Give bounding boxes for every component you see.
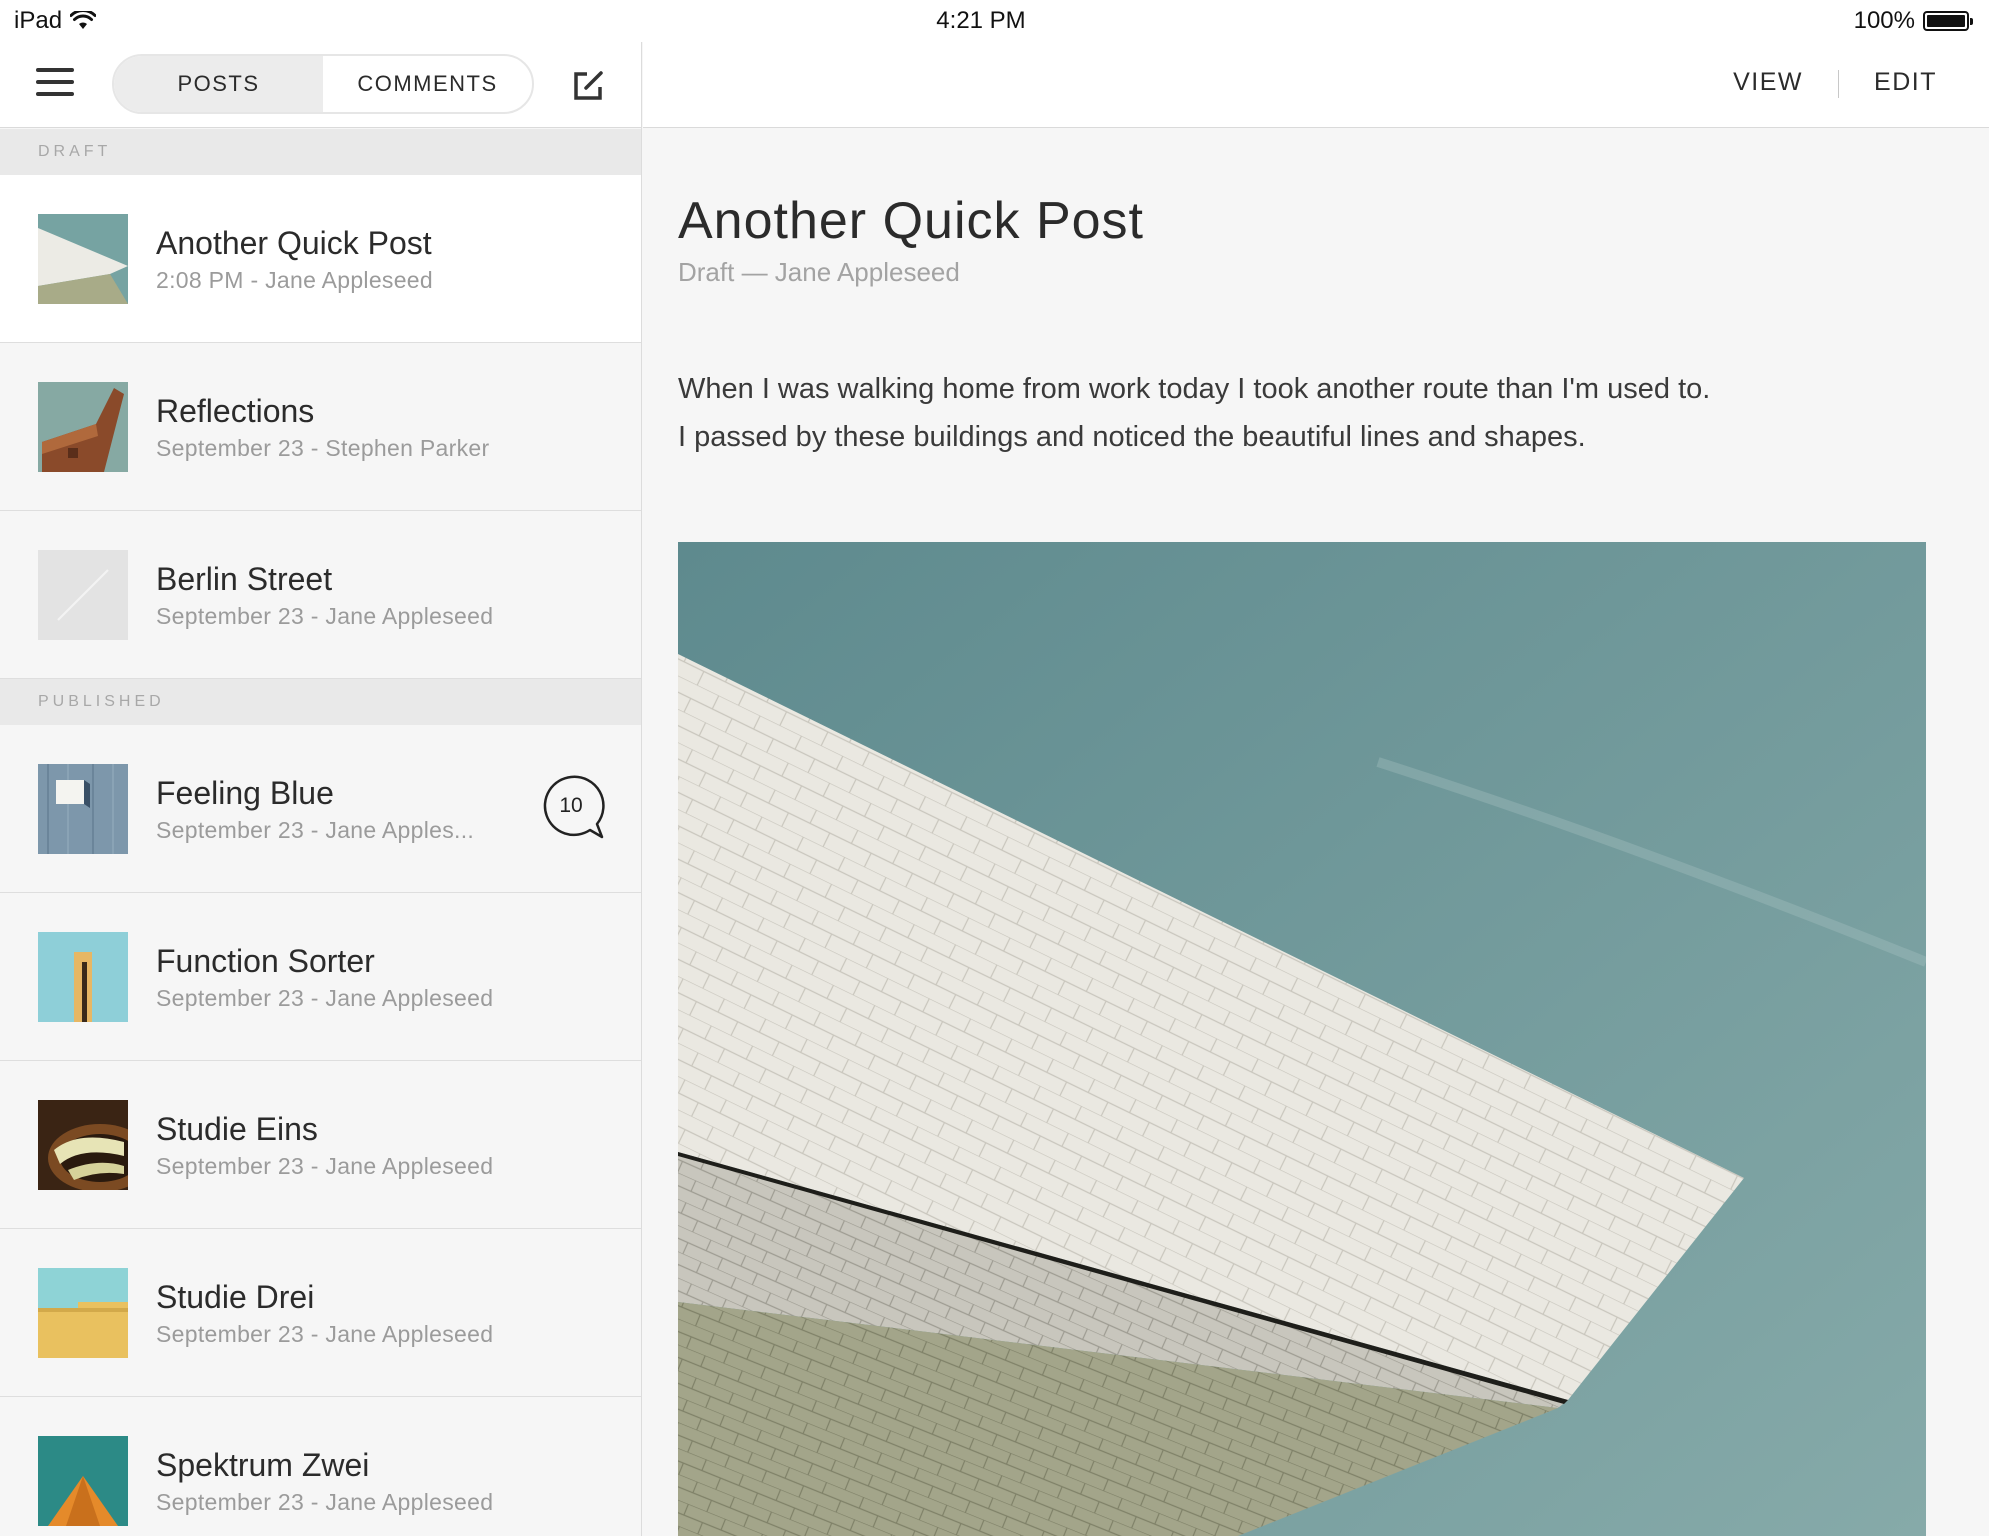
post-thumbnail	[38, 1436, 128, 1526]
post-thumbnail-placeholder	[38, 550, 128, 640]
post-title: Studie Drei	[156, 1279, 315, 1315]
post-title: Spektrum Zwei	[156, 1447, 370, 1483]
post-meta: September 23 - Jane Appleseed	[156, 1153, 494, 1179]
sidebar-header: POSTS COMMENTS	[0, 42, 641, 128]
post-meta: 2:08 PM - Jane Appleseed	[156, 267, 433, 293]
content-toolbar: VIEW EDIT	[643, 42, 1989, 128]
toolbar-divider	[1838, 70, 1839, 98]
article-body: When I was walking home from work today …	[678, 365, 1938, 461]
post-thumbnail	[38, 932, 128, 1022]
post-thumbnail	[38, 1100, 128, 1190]
sidebar: POSTS COMMENTS DRAFT Another Quick Post …	[0, 0, 642, 1536]
post-meta: September 23 - Jane Appleseed	[156, 985, 494, 1011]
section-header-published: PUBLISHED	[0, 679, 641, 725]
article-title: Another Quick Post	[678, 192, 1144, 250]
post-meta: September 23 - Stephen Parker	[156, 435, 490, 461]
post-row-function-sorter[interactable]: Function Sorter September 23 - Jane Appl…	[0, 893, 641, 1061]
tab-comments[interactable]: COMMENTS	[323, 56, 532, 112]
battery-icon	[1923, 11, 1973, 31]
article-pane: Another Quick Post Draft — Jane Applesee…	[643, 129, 1989, 1536]
post-thumbnail	[38, 1268, 128, 1358]
section-header-draft: DRAFT	[0, 129, 641, 175]
article-body-line: I passed by these buildings and noticed …	[678, 421, 1586, 453]
post-thumbnail	[38, 214, 128, 304]
post-row-spektrum-zwei[interactable]: Spektrum Zwei September 23 - Jane Apples…	[0, 1397, 641, 1536]
battery-level	[1927, 15, 1965, 27]
article-body-line: When I was walking home from work today …	[678, 373, 1711, 405]
post-row-another-quick-post[interactable]: Another Quick Post 2:08 PM - Jane Apples…	[0, 175, 641, 343]
post-title: Reflections	[156, 393, 315, 429]
hamburger-menu-icon[interactable]	[36, 68, 74, 98]
comment-count: 10	[559, 794, 583, 817]
post-thumbnail	[38, 382, 128, 472]
battery-percent: 100%	[1853, 7, 1915, 34]
post-meta: September 23 - Jane Appleseed	[156, 1489, 494, 1515]
tab-posts[interactable]: POSTS	[114, 56, 323, 112]
post-meta: September 23 - Jane Appleseed	[156, 603, 494, 629]
status-right: 100%	[1853, 7, 1973, 35]
article-meta: Draft — Jane Appleseed	[678, 257, 960, 287]
post-thumbnail	[38, 764, 128, 854]
compose-icon[interactable]	[572, 68, 606, 102]
post-row-feeling-blue[interactable]: Feeling Blue September 23 - Jane Apples.…	[0, 725, 641, 893]
view-button[interactable]: VIEW	[1733, 68, 1803, 97]
post-title: Berlin Street	[156, 561, 333, 597]
post-row-studie-eins[interactable]: Studie Eins September 23 - Jane Applesee…	[0, 1061, 641, 1229]
post-row-reflections[interactable]: Reflections September 23 - Stephen Parke…	[0, 343, 641, 511]
article-hero-image	[678, 542, 1926, 1536]
post-meta: September 23 - Jane Appleseed	[156, 1321, 494, 1347]
post-title: Function Sorter	[156, 943, 375, 979]
status-time: 4:21 PM	[936, 7, 1026, 34]
posts-comments-switch: POSTS COMMENTS	[112, 54, 534, 114]
post-row-studie-drei[interactable]: Studie Drei September 23 - Jane Applesee…	[0, 1229, 641, 1397]
post-row-berlin-street[interactable]: Berlin Street September 23 - Jane Apples…	[0, 511, 641, 679]
post-title: Feeling Blue	[156, 775, 334, 811]
post-meta: September 23 - Jane Apples...	[156, 817, 475, 843]
status-bar: iPad 4:21 PM 100%	[0, 0, 1989, 42]
edit-button[interactable]: EDIT	[1874, 68, 1937, 97]
post-title: Another Quick Post	[156, 225, 432, 261]
comment-count-badge[interactable]: 10	[540, 775, 608, 843]
app-window: iPad 4:21 PM 100% POSTS COMMENTS DRAFT A…	[0, 0, 1989, 1536]
post-title: Studie Eins	[156, 1111, 318, 1147]
